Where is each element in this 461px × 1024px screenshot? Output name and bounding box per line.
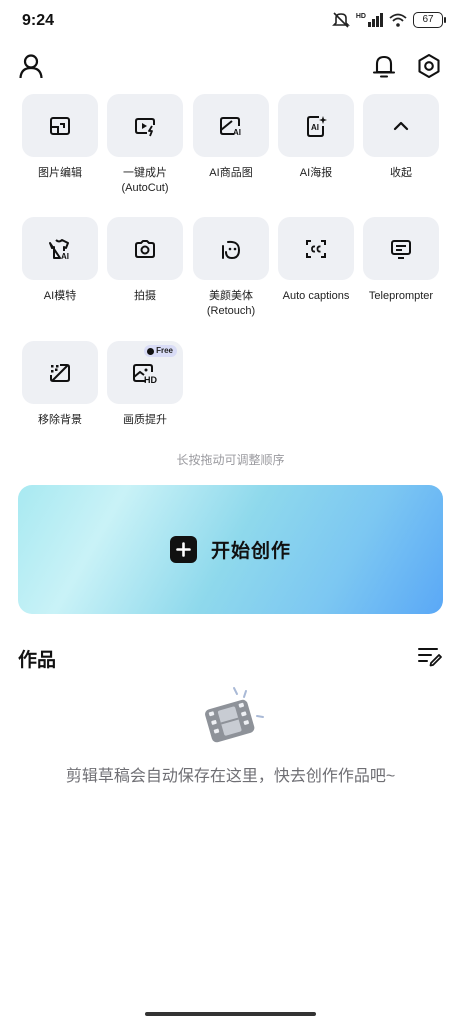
tool-label: 美颜美体 (Retouch): [206, 290, 256, 317]
tool-label: AI商品图: [209, 167, 253, 179]
tool-label: 画质提升: [123, 414, 167, 426]
retouch-icon: [222, 240, 241, 259]
tool-tile[interactable]: Free HD: [107, 341, 183, 404]
tool-image-edit[interactable]: 图片编辑: [22, 94, 98, 181]
tool-tile[interactable]: [22, 341, 98, 404]
mute-icon: [331, 12, 350, 28]
svg-text:AI: AI: [233, 128, 241, 137]
tool-tile[interactable]: [363, 217, 439, 280]
tool-remove-background[interactable]: 移除背景: [22, 341, 98, 428]
svg-text:HD: HD: [144, 375, 157, 385]
tool-teleprompter[interactable]: Teleprompter: [363, 217, 439, 304]
works-section-title: 作品: [18, 650, 57, 671]
svg-text:AI: AI: [311, 123, 319, 132]
free-badge-icon: [147, 347, 155, 355]
tool-ai-product-image[interactable]: AI AI商品图: [193, 94, 269, 181]
reorder-hint: 长按拖动可调整顺序: [176, 453, 285, 467]
empty-works-illustration: [200, 686, 266, 748]
list-edit-icon: [418, 648, 442, 667]
bell-icon: [372, 55, 396, 78]
tool-collapse[interactable]: 收起: [363, 94, 439, 181]
tool-autocut[interactable]: 一键成片 (AutoCut): [107, 94, 183, 196]
tool-tile[interactable]: [278, 217, 354, 280]
free-badge: Free: [144, 345, 177, 357]
tool-label: 移除背景: [38, 414, 82, 426]
notifications-button[interactable]: [368, 50, 400, 82]
ai-product-image-icon: AI: [220, 116, 241, 137]
settings-button[interactable]: [413, 50, 445, 82]
autocut-icon: [135, 117, 155, 136]
tool-retouch[interactable]: 美颜美体 (Retouch): [193, 217, 269, 319]
remove-background-icon: [50, 363, 70, 382]
start-creating-label: 开始创作: [210, 541, 291, 562]
tool-label: 收起: [390, 167, 412, 179]
tool-ai-poster[interactable]: AI AI海报: [278, 94, 354, 181]
chevron-up-icon: [393, 121, 409, 130]
battery-indicator: 67: [413, 12, 446, 28]
image-edit-icon: [50, 116, 70, 135]
tool-label: Teleprompter: [368, 290, 434, 302]
user-icon: [19, 54, 43, 79]
tool-label: AI海报: [299, 167, 333, 179]
tool-tile[interactable]: [363, 94, 439, 157]
tool-tile[interactable]: [107, 94, 183, 157]
signal-icon: HD: [356, 13, 383, 27]
top-bar: [0, 48, 461, 88]
tool-tile[interactable]: AI: [278, 94, 354, 157]
ai-poster-icon: AI: [307, 115, 327, 137]
profile-button[interactable]: [15, 50, 47, 82]
network-label: HD: [355, 13, 366, 20]
tool-hd-enhance[interactable]: Free HD 画质提升: [107, 341, 183, 428]
status-icons: HD 67: [331, 12, 446, 28]
tool-tile[interactable]: [193, 217, 269, 280]
tool-capture[interactable]: 拍摄: [107, 217, 183, 304]
gear-icon: [418, 53, 440, 79]
ai-model-shirt-icon: AI: [49, 238, 69, 261]
empty-works-message: 剪辑草稿会自动保存在这里，快去创作作品吧~: [65, 768, 396, 785]
teleprompter-icon: [391, 239, 411, 259]
works-manage-button[interactable]: [417, 644, 443, 668]
wifi-icon: [389, 13, 407, 27]
tool-tile[interactable]: [107, 217, 183, 280]
tool-tile[interactable]: AI: [193, 94, 269, 157]
hd-enhance-icon: HD: [133, 363, 157, 385]
tool-label: 一键成片 (AutoCut): [121, 167, 169, 194]
tool-auto-captions[interactable]: Auto captions: [278, 217, 354, 304]
status-time: 9:24: [22, 12, 55, 29]
home-indicator[interactable]: [145, 1012, 316, 1016]
status-bar: 9:24 HD 67: [0, 0, 461, 40]
plus-icon: [169, 536, 197, 563]
svg-text:AI: AI: [61, 252, 69, 261]
free-badge-label: Free: [156, 346, 173, 355]
camera-icon: [135, 239, 155, 258]
tool-label: Auto captions: [282, 290, 350, 302]
tool-tile[interactable]: [22, 94, 98, 157]
tool-ai-model[interactable]: AI AI模特: [22, 217, 98, 304]
tool-label: 图片编辑: [38, 167, 82, 179]
tool-tile[interactable]: AI: [22, 217, 98, 280]
tool-label: 拍摄: [134, 290, 156, 302]
start-creating-button[interactable]: 开始创作: [18, 485, 443, 614]
tool-label: AI模特: [43, 290, 77, 302]
captions-icon: [306, 239, 326, 258]
